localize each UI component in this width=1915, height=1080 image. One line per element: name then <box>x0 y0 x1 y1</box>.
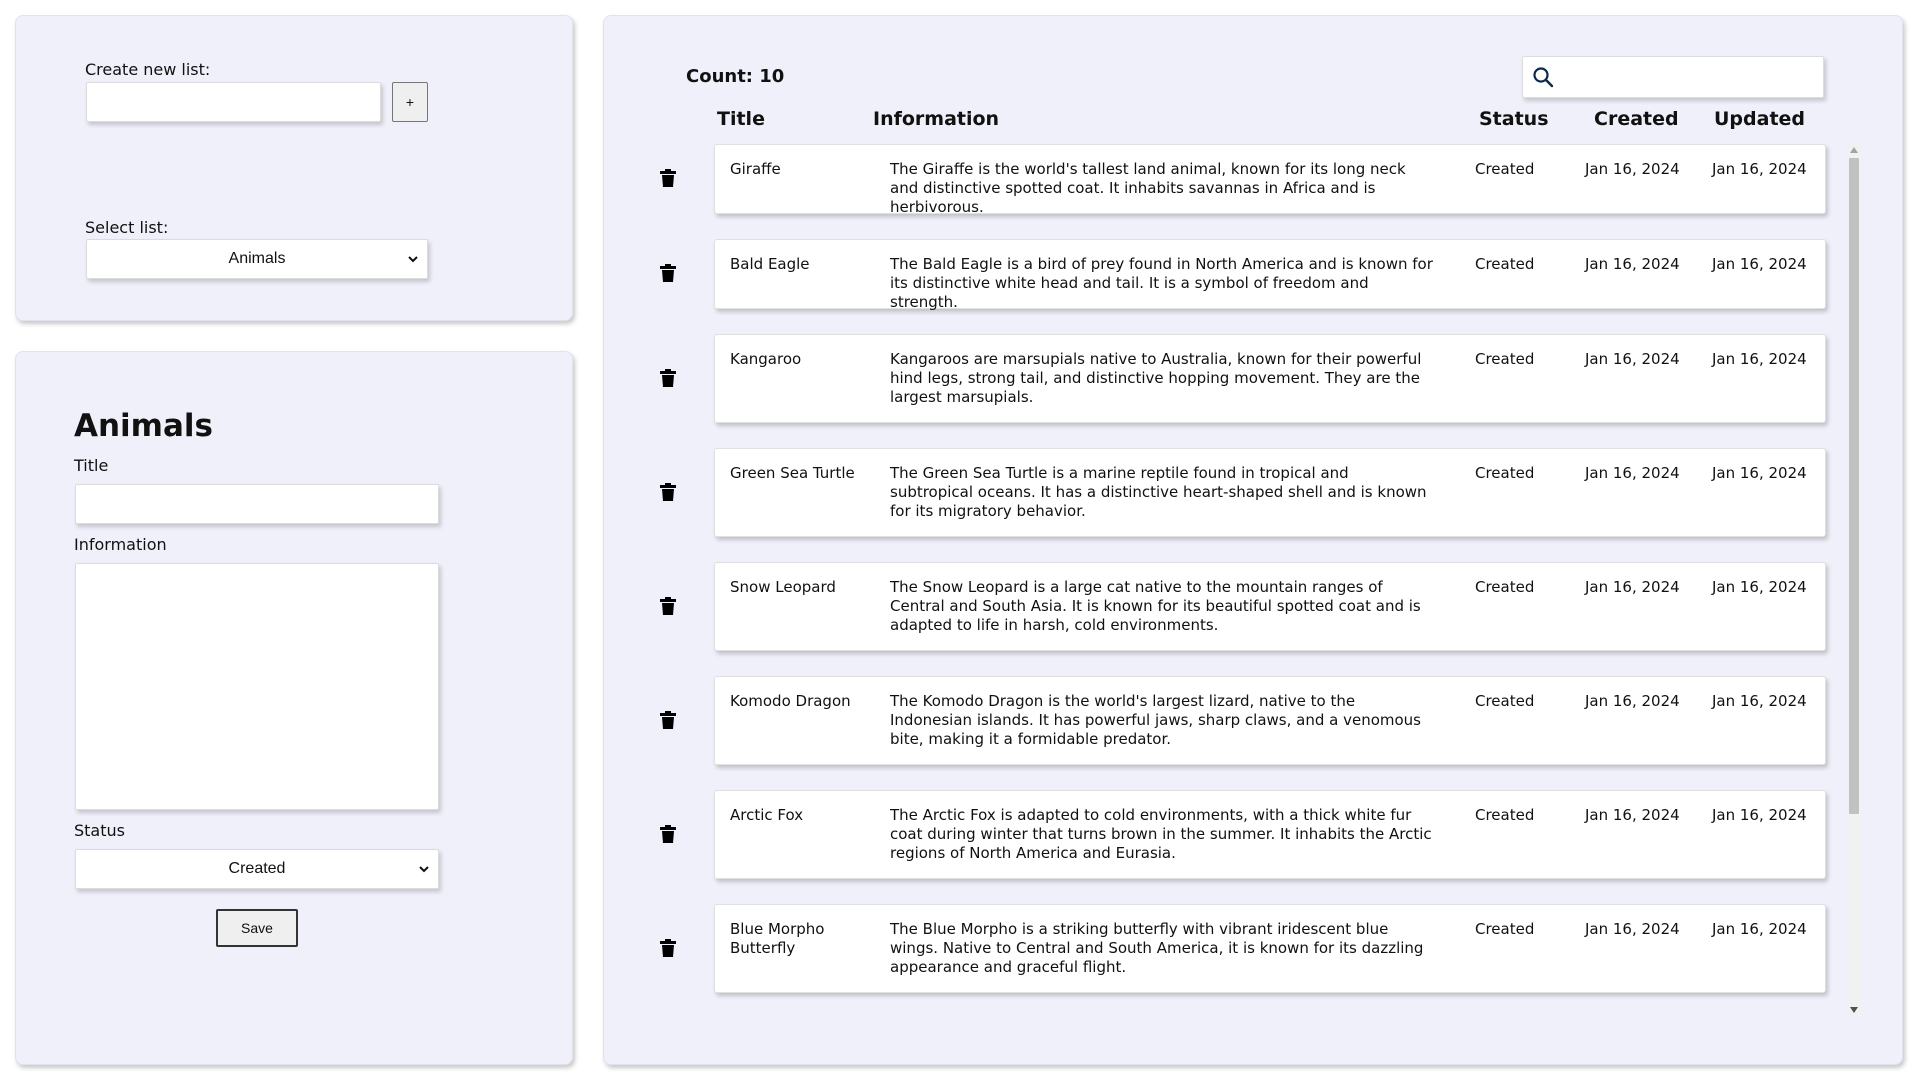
item-card[interactable]: Snow Leopard The Snow Leopard is a large… <box>714 562 1826 651</box>
items-table-panel: Count: 10 Title Information Status Creat… <box>603 15 1903 1065</box>
column-header-updated: Updated <box>1714 108 1806 130</box>
item-updated: Jan 16, 2024 <box>1712 160 1807 178</box>
item-status: Created <box>1475 160 1535 178</box>
scroll-up-icon[interactable] <box>1850 147 1858 153</box>
item-form-panel: Animals Title Information Status Created… <box>15 351 573 1065</box>
trash-icon[interactable] <box>660 597 676 615</box>
list-scrollbar[interactable] <box>1847 144 1861 1016</box>
trash-icon[interactable] <box>660 264 676 282</box>
search-input[interactable] <box>1522 56 1824 98</box>
item-created: Jan 16, 2024 <box>1585 464 1680 482</box>
save-button[interactable]: Save <box>216 909 298 947</box>
trash-icon[interactable] <box>660 483 676 501</box>
trash-icon[interactable] <box>660 711 676 729</box>
item-status: Created <box>1475 578 1535 596</box>
information-textarea[interactable] <box>75 563 439 810</box>
item-title: Bald Eagle <box>730 255 810 273</box>
item-information: The Blue Morpho is a striking butterfly … <box>890 920 1424 976</box>
item-card[interactable]: Giraffe The Giraffe is the world's talle… <box>714 144 1826 216</box>
item-created: Jan 16, 2024 <box>1585 920 1680 938</box>
title-label: Title <box>74 456 109 475</box>
item-card[interactable]: Arctic Fox The Arctic Fox is adapted to … <box>714 790 1826 879</box>
title-input[interactable] <box>75 484 439 524</box>
item-updated: Jan 16, 2024 <box>1712 578 1807 596</box>
scrollbar-thumb[interactable] <box>1849 158 1859 814</box>
column-header-title: Title <box>717 108 765 130</box>
item-updated: Jan 16, 2024 <box>1712 255 1807 273</box>
item-information: Kangaroos are marsupials native to Austr… <box>890 350 1422 406</box>
item-status: Created <box>1475 692 1535 710</box>
scroll-down-icon[interactable] <box>1850 1007 1858 1013</box>
column-header-information: Information <box>873 108 1000 130</box>
item-title: Green Sea Turtle <box>730 464 855 482</box>
item-card[interactable]: Komodo Dragon The Komodo Dragon is the w… <box>714 676 1826 765</box>
list-select-value: Animals <box>228 250 286 267</box>
item-updated: Jan 16, 2024 <box>1712 692 1807 710</box>
item-created: Jan 16, 2024 <box>1585 350 1680 368</box>
status-label: Status <box>74 821 125 840</box>
information-label: Information <box>74 535 167 554</box>
new-list-input[interactable] <box>86 82 381 122</box>
item-information: The Giraffe is the world's tallest land … <box>890 160 1406 216</box>
status-select-value: Created <box>228 860 286 877</box>
column-header-status: Status <box>1479 108 1549 130</box>
item-title: Komodo Dragon <box>730 692 851 710</box>
item-status: Created <box>1475 350 1535 368</box>
item-card[interactable]: Blue Morpho Butterfly The Blue Morpho is… <box>714 904 1826 993</box>
select-list-label: Select list: <box>85 218 169 237</box>
trash-icon[interactable] <box>660 825 676 843</box>
item-information: The Snow Leopard is a large cat native t… <box>890 578 1421 634</box>
form-heading: Animals <box>74 408 213 444</box>
items-list: Giraffe The Giraffe is the world's talle… <box>644 144 1874 1016</box>
item-updated: Jan 16, 2024 <box>1712 350 1807 368</box>
item-status: Created <box>1475 464 1535 482</box>
item-created: Jan 16, 2024 <box>1585 578 1680 596</box>
item-title: Blue Morpho Butterfly <box>730 920 825 957</box>
trash-icon[interactable] <box>660 939 676 957</box>
trash-icon[interactable] <box>660 169 676 187</box>
item-information: The Bald Eagle is a bird of prey found i… <box>890 255 1433 311</box>
item-information: The Komodo Dragon is the world's largest… <box>890 692 1421 748</box>
item-updated: Jan 16, 2024 <box>1712 464 1807 482</box>
item-card[interactable]: Green Sea Turtle The Green Sea Turtle is… <box>714 448 1826 537</box>
item-title: Arctic Fox <box>730 806 804 824</box>
item-created: Jan 16, 2024 <box>1585 692 1680 710</box>
list-management-panel: Create new list: + Select list: Animals <box>15 15 573 321</box>
status-select[interactable]: Created <box>75 849 439 889</box>
item-card[interactable]: Bald Eagle The Bald Eagle is a bird of p… <box>714 239 1826 311</box>
item-status: Created <box>1475 806 1535 824</box>
item-information: The Green Sea Turtle is a marine reptile… <box>890 464 1427 520</box>
item-card[interactable]: Kangaroo Kangaroos are marsupials native… <box>714 334 1826 423</box>
add-list-button[interactable]: + <box>392 82 428 122</box>
chevron-down-icon <box>419 866 429 873</box>
item-title: Snow Leopard <box>730 578 836 596</box>
trash-icon[interactable] <box>660 369 676 387</box>
item-status: Created <box>1475 255 1535 273</box>
item-updated: Jan 16, 2024 <box>1712 806 1807 824</box>
item-created: Jan 16, 2024 <box>1585 255 1680 273</box>
item-count: Count: 10 <box>686 66 785 87</box>
item-title: Kangaroo <box>730 350 802 368</box>
item-created: Jan 16, 2024 <box>1585 806 1680 824</box>
column-header-created: Created <box>1594 108 1679 130</box>
chevron-down-icon <box>408 256 418 263</box>
list-select[interactable]: Animals <box>86 239 428 279</box>
item-title: Giraffe <box>730 160 781 178</box>
search-icon <box>1533 67 1554 88</box>
item-created: Jan 16, 2024 <box>1585 160 1680 178</box>
item-status: Created <box>1475 920 1535 938</box>
item-information: The Arctic Fox is adapted to cold enviro… <box>890 806 1432 862</box>
item-updated: Jan 16, 2024 <box>1712 920 1807 938</box>
create-list-label: Create new list: <box>85 60 211 79</box>
